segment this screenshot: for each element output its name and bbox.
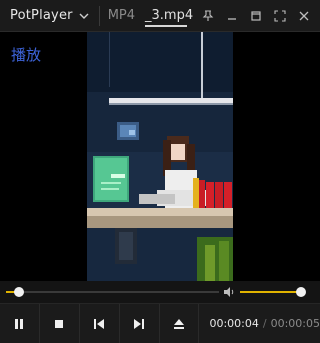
previous-icon — [94, 318, 105, 329]
subtitle-text: 播放 — [11, 46, 42, 64]
fullscreen-icon — [274, 10, 286, 22]
window-controls — [196, 0, 316, 32]
volume-icon[interactable] — [222, 285, 236, 299]
volume-level — [240, 291, 301, 293]
close-button[interactable] — [292, 4, 316, 28]
pause-button[interactable] — [0, 303, 40, 343]
previous-button[interactable] — [80, 303, 120, 343]
pin-icon — [202, 10, 214, 21]
video-area[interactable]: 播放 — [0, 32, 320, 281]
chevron-down-icon — [79, 13, 89, 19]
active-tab-indicator — [145, 24, 188, 27]
next-button[interactable] — [120, 303, 160, 343]
video-frame-image — [87, 32, 233, 281]
volume-handle[interactable] — [295, 287, 306, 297]
format-label: MP4 — [107, 8, 136, 23]
close-icon — [299, 11, 309, 21]
app-menu-button[interactable]: PotPlayer — [0, 0, 89, 32]
pin-button[interactable] — [196, 4, 220, 28]
seek-track[interactable] — [6, 291, 219, 293]
minimize-icon — [228, 18, 236, 20]
file-tab[interactable]: _3.mp4 — [135, 0, 193, 32]
maximize-button[interactable] — [244, 4, 268, 28]
next-icon — [134, 318, 145, 329]
title-divider — [98, 5, 100, 26]
pause-icon — [15, 318, 24, 329]
stop-button[interactable] — [40, 303, 80, 343]
eject-icon — [174, 318, 184, 329]
video-frame — [87, 32, 233, 281]
current-time: 00:00:04 — [209, 317, 259, 330]
time-display: 00:00:04 / 00:00:05 — [209, 317, 320, 330]
time-separator: / — [262, 317, 267, 330]
minimize-button[interactable] — [220, 4, 244, 28]
app-name: PotPlayer — [10, 8, 73, 23]
stop-icon — [55, 319, 64, 328]
maximize-icon — [251, 11, 261, 21]
total-duration: 00:00:05 — [270, 317, 320, 330]
volume-track[interactable] — [240, 291, 304, 293]
playback-controls: 00:00:04 / 00:00:05 — [0, 303, 320, 343]
seek-bar — [0, 281, 320, 303]
eject-button[interactable] — [160, 303, 200, 343]
file-name: _3.mp4 — [145, 8, 194, 23]
fullscreen-button[interactable] — [268, 4, 292, 28]
title-bar: PotPlayer MP4 _3.mp4 — [0, 0, 320, 32]
seek-handle[interactable] — [13, 287, 24, 297]
